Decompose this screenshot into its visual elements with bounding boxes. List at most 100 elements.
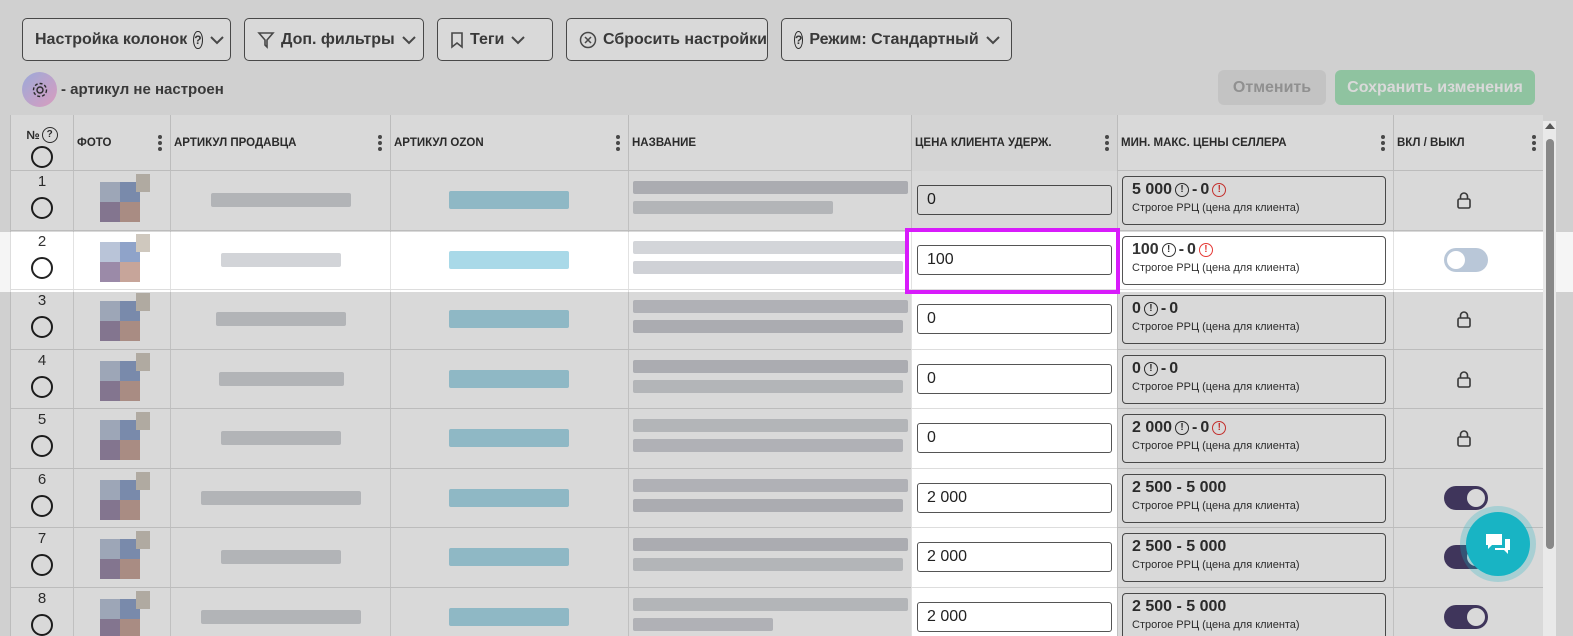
client-price-input[interactable]: 0 (917, 423, 1112, 453)
column-menu-icon[interactable] (1105, 135, 1109, 153)
table-row[interactable]: 1 0 5 000! - 0! Строгое РРЦ (цена для кл… (11, 171, 1543, 231)
row-select-radio[interactable] (31, 494, 53, 517)
table-row[interactable]: 7 2 000 2 500 - 5 000 Строгое РРЦ (цена … (11, 528, 1543, 588)
mode-select[interactable]: ? Режим: Стандартный (781, 18, 1012, 61)
product-photo[interactable] (100, 352, 150, 401)
info-icon[interactable]: ! (1143, 302, 1158, 316)
pricing-strategy-note: Строгое РРЦ (цена для клиента) (1132, 559, 1300, 571)
min-max-box[interactable]: 2 500 - 5 000 Строгое РРЦ (цена для клие… (1122, 592, 1386, 636)
min-max-box[interactable]: 2 000! - 0! Строгое РРЦ (цена для клиент… (1122, 414, 1386, 463)
min-price-value: 0 (1132, 300, 1141, 317)
row-select-radio[interactable] (31, 316, 53, 338)
warning-icon[interactable]: ! (1198, 242, 1213, 257)
name-cell (629, 468, 912, 527)
warning-icon[interactable]: ! (1212, 421, 1227, 435)
row-select-radio[interactable] (31, 256, 53, 279)
client-price-input[interactable]: 0 (917, 304, 1112, 334)
scrollbar-thumb[interactable] (1546, 139, 1554, 549)
column-menu-icon[interactable] (378, 135, 382, 153)
min-max-values: 0! - 0 (1132, 300, 1385, 318)
columns-settings-button[interactable]: Настройка колонок ? (22, 18, 231, 61)
client-price-cell: 2 000 (912, 587, 1118, 636)
table-row[interactable]: 4 0 0! - 0 Строгое РРЦ (цена для клиента… (11, 349, 1543, 409)
client-price-cell: 2 000 (912, 528, 1118, 587)
enable-toggle[interactable] (1444, 247, 1488, 272)
product-name-redacted (633, 478, 908, 492)
cancel-button[interactable]: Отменить (1218, 70, 1326, 105)
info-icon[interactable]: ! (1175, 421, 1190, 435)
client-price-input[interactable]: 0 (917, 185, 1112, 215)
min-max-box[interactable]: 5 000! - 0! Строгое РРЦ (цена для клиент… (1122, 176, 1386, 225)
product-photo[interactable] (100, 174, 150, 222)
product-name-redacted (633, 597, 908, 611)
ozon-sku-link-redacted[interactable] (449, 488, 569, 507)
header-ozon-sku: АРТИКУЛ OZON (391, 115, 629, 171)
column-menu-icon[interactable] (1532, 135, 1536, 153)
min-max-box[interactable]: 2 500 - 5 000 Строгое РРЦ (цена для клие… (1122, 533, 1386, 582)
help-icon: ? (193, 30, 203, 49)
ozon-sku-link-redacted[interactable] (449, 548, 569, 566)
vertical-scrollbar[interactable] (1543, 121, 1556, 636)
product-name-redacted (633, 201, 833, 214)
min-max-box[interactable]: 2 500 - 5 000 Строгое РРЦ (цена для клие… (1122, 473, 1386, 523)
table-header: № ? ФОТО АРТИКУЛ ПРОДАВЦА АРТИКУЛ OZON Н… (11, 115, 1543, 171)
row-number: 2 (37, 232, 47, 250)
column-menu-icon[interactable] (1381, 135, 1385, 153)
min-max-box[interactable]: 100! - 0! Строгое РРЦ (цена для клиента) (1122, 235, 1386, 285)
select-all-radio[interactable] (31, 146, 53, 168)
table-row[interactable]: 8 2 000 2 500 - 5 000 Строгое РРЦ (цена … (11, 587, 1543, 636)
row-select-radio[interactable] (31, 554, 53, 576)
header-min-max: МИН. МАКС. ЦЕНЫ СЕЛЛЕРА (1118, 115, 1394, 171)
min-max-values: 100! - 0! (1132, 241, 1385, 259)
legend: - артикул не настроен (22, 72, 224, 107)
ozon-sku-link-redacted[interactable] (449, 369, 569, 388)
client-price-input[interactable]: 0 (917, 363, 1112, 394)
product-photo[interactable] (100, 293, 150, 341)
row-select-radio[interactable] (31, 435, 53, 457)
header-toggle: ВКЛ / ВЫКЛ (1394, 115, 1543, 171)
info-icon[interactable]: ! (1175, 183, 1190, 197)
table-row[interactable]: 2 100 100! - 0! Строгое РРЦ (цена для кл… (11, 230, 1543, 290)
warning-icon[interactable]: ! (1212, 183, 1227, 197)
tags-button[interactable]: Теги (437, 18, 553, 61)
client-price-input[interactable]: 2 000 (917, 601, 1112, 632)
info-icon[interactable]: ! (1143, 361, 1158, 376)
row-select-radio[interactable] (31, 375, 53, 398)
client-price-input[interactable]: 2 000 (917, 542, 1112, 572)
table-row[interactable]: 6 2 000 2 500 - 5 000 Строгое РРЦ (цена … (11, 468, 1543, 528)
enable-toggle[interactable] (1444, 485, 1488, 510)
column-menu-icon[interactable] (158, 135, 162, 153)
row-select-radio[interactable] (31, 197, 53, 219)
product-photo[interactable] (100, 531, 150, 579)
scroll-up-arrow-icon[interactable] (1545, 123, 1555, 129)
client-price-input[interactable]: 2 000 (917, 482, 1112, 513)
chat-button[interactable] (1466, 512, 1530, 576)
min-max-cell: 2 500 - 5 000 Строгое РРЦ (цена для клие… (1118, 587, 1394, 636)
ozon-sku-link-redacted[interactable] (449, 607, 569, 626)
min-max-box[interactable]: 0! - 0 Строгое РРЦ (цена для клиента) (1122, 354, 1386, 404)
extra-filters-button[interactable]: Доп. фильтры (244, 18, 424, 61)
max-price-value: 0 (1200, 419, 1210, 436)
ozon-sku-link-redacted[interactable] (449, 191, 569, 209)
product-photo[interactable] (100, 590, 150, 636)
min-max-box[interactable]: 0! - 0 Строгое РРЦ (цена для клиента) (1122, 295, 1386, 344)
column-menu-icon[interactable] (616, 135, 620, 153)
product-photo[interactable] (100, 471, 150, 520)
ozon-sku-link-redacted[interactable] (449, 429, 569, 447)
toggle-cell (1394, 409, 1543, 468)
table-row[interactable]: 3 0 0! - 0 Строгое РРЦ (цена для клиента… (11, 290, 1543, 350)
ozon-sku-link-redacted[interactable] (449, 310, 569, 328)
table-row[interactable]: 5 0 2 000! - 0! Строгое РРЦ (цена для кл… (11, 409, 1543, 469)
info-icon[interactable]: ! (1161, 242, 1176, 257)
row-select-radio[interactable] (31, 613, 53, 636)
product-photo[interactable] (100, 412, 150, 460)
save-changes-button[interactable]: Сохранить изменения (1335, 70, 1535, 105)
product-photo[interactable] (100, 233, 150, 282)
ozon-sku-link-redacted[interactable] (449, 250, 569, 269)
reset-settings-button[interactable]: Сбросить настройки (566, 18, 768, 61)
product-name-redacted (633, 240, 908, 254)
min-max-dash: - (1160, 359, 1167, 377)
enable-toggle[interactable] (1444, 604, 1488, 629)
min-max-range: 2 500 - 5 000 (1132, 478, 1227, 496)
seller-sku-cell (171, 468, 391, 527)
